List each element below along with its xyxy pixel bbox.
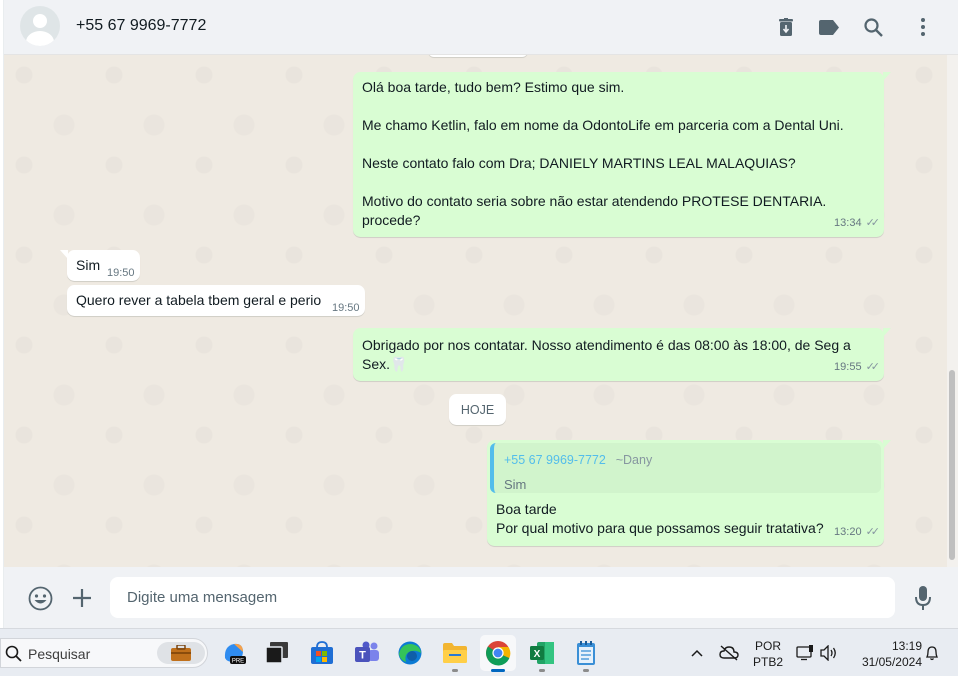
file-explorer-icon[interactable]: [437, 635, 473, 672]
cloud-offline-icon[interactable]: [716, 629, 742, 676]
running-indicator: [583, 669, 589, 672]
read-receipt-icon: ✓✓: [865, 526, 881, 538]
quoted-alias: ~Dany: [615, 453, 653, 467]
label-tag-icon[interactable]: [816, 14, 842, 40]
svg-text:T: T: [359, 650, 366, 662]
running-indicator: [539, 669, 545, 672]
clock-date: 31/05/2024: [861, 655, 922, 669]
taskbar-search-box[interactable]: Pesquisar: [0, 638, 208, 668]
clock-time: 13:19: [891, 639, 922, 653]
message-outgoing-reply[interactable]: +55 67 9969-7772 ~Dany Sim Boa tarde Por…: [487, 440, 891, 546]
message-incoming[interactable]: Sim 19:50: [60, 250, 140, 281]
message-time: 19:50: [332, 302, 360, 314]
message-text: Boa tarde Por qual motivo para que possa…: [496, 501, 824, 536]
keyboard-layout: PTB2: [752, 655, 783, 669]
quoted-message[interactable]: +55 67 9969-7772 ~Dany Sim: [490, 443, 881, 493]
date-separator: HOJE: [449, 394, 506, 425]
input-language-indicator[interactable]: POR PTB2: [748, 638, 788, 670]
delete-icon[interactable]: [773, 14, 799, 40]
svg-text:PRE: PRE: [232, 659, 244, 665]
svg-text:X: X: [534, 649, 541, 660]
chat-header: +55 67 9969-7772: [4, 0, 958, 55]
store-icon[interactable]: [304, 635, 340, 671]
menu-kebab-icon[interactable]: [910, 14, 936, 40]
chevron-up-icon[interactable]: [686, 629, 708, 676]
chrome-icon[interactable]: [480, 635, 516, 672]
search-icon[interactable]: [860, 14, 886, 40]
message-input[interactable]: [110, 577, 895, 618]
search-icon: [5, 645, 22, 665]
notepad-icon[interactable]: [568, 635, 604, 672]
message-outgoing[interactable]: Olá boa tarde, tudo bem? Estimo que sim.…: [353, 72, 891, 237]
date-chip-partial: [428, 55, 528, 57]
message-composer: [4, 567, 958, 628]
teams-icon[interactable]: T: [349, 635, 385, 671]
network-icon[interactable]: [794, 629, 816, 676]
avatar[interactable]: [20, 6, 60, 46]
emoji-icon[interactable]: [26, 584, 54, 612]
taskbar-search-label: Pesquisar: [28, 646, 91, 662]
message-meta: 19:55 ✓✓: [834, 358, 881, 377]
excel-icon[interactable]: X: [524, 635, 560, 672]
message-text: Olá boa tarde, tudo bem? Estimo que sim.…: [362, 79, 844, 228]
quoted-sender: +55 67 9969-7772: [504, 453, 606, 467]
message-text: Sim: [76, 257, 101, 273]
message-time: 13:34: [834, 217, 862, 229]
message-time: 19:50: [107, 267, 135, 279]
copilot-icon[interactable]: PRE: [216, 635, 252, 671]
read-receipt-icon: ✓✓: [865, 361, 881, 373]
attach-plus-icon[interactable]: [68, 584, 96, 612]
windows-taskbar: Pesquisar PRE T X POR PTB2 13:19 31/05/2…: [0, 628, 958, 676]
active-app-indicator: [491, 669, 505, 672]
chat-scrollbar-thumb[interactable]: [949, 370, 955, 560]
running-indicator: [452, 669, 458, 672]
message-time: 13:20: [834, 526, 862, 538]
notification-bell-icon[interactable]: [922, 629, 942, 676]
message-time: 19:55: [834, 361, 862, 373]
chat-area[interactable]: Olá boa tarde, tudo bem? Estimo que sim.…: [4, 55, 947, 567]
message-text: Obrigado por nos contatar. Nosso atendim…: [362, 337, 855, 372]
quoted-text: Sim: [504, 477, 527, 492]
message-meta: 13:34 ✓✓: [834, 214, 881, 233]
message-outgoing[interactable]: Obrigado por nos contatar. Nosso atendim…: [353, 328, 891, 381]
edge-icon[interactable]: [392, 635, 428, 671]
microphone-icon[interactable]: [909, 584, 937, 612]
message-text: Quero rever a tabela tbem geral e perio: [76, 292, 322, 308]
message-meta: 13:20 ✓✓: [834, 523, 881, 542]
read-receipt-icon: ✓✓: [865, 217, 881, 229]
task-view-icon[interactable]: [259, 635, 295, 671]
language-code: POR: [754, 639, 781, 653]
briefcase-icon[interactable]: [157, 642, 205, 664]
taskbar-clock[interactable]: 13:19 31/05/2024: [846, 638, 922, 670]
volume-icon[interactable]: [818, 629, 840, 676]
contact-name[interactable]: +55 67 9969-7772: [76, 17, 206, 35]
message-incoming[interactable]: Quero rever a tabela tbem geral e perio …: [67, 285, 365, 316]
